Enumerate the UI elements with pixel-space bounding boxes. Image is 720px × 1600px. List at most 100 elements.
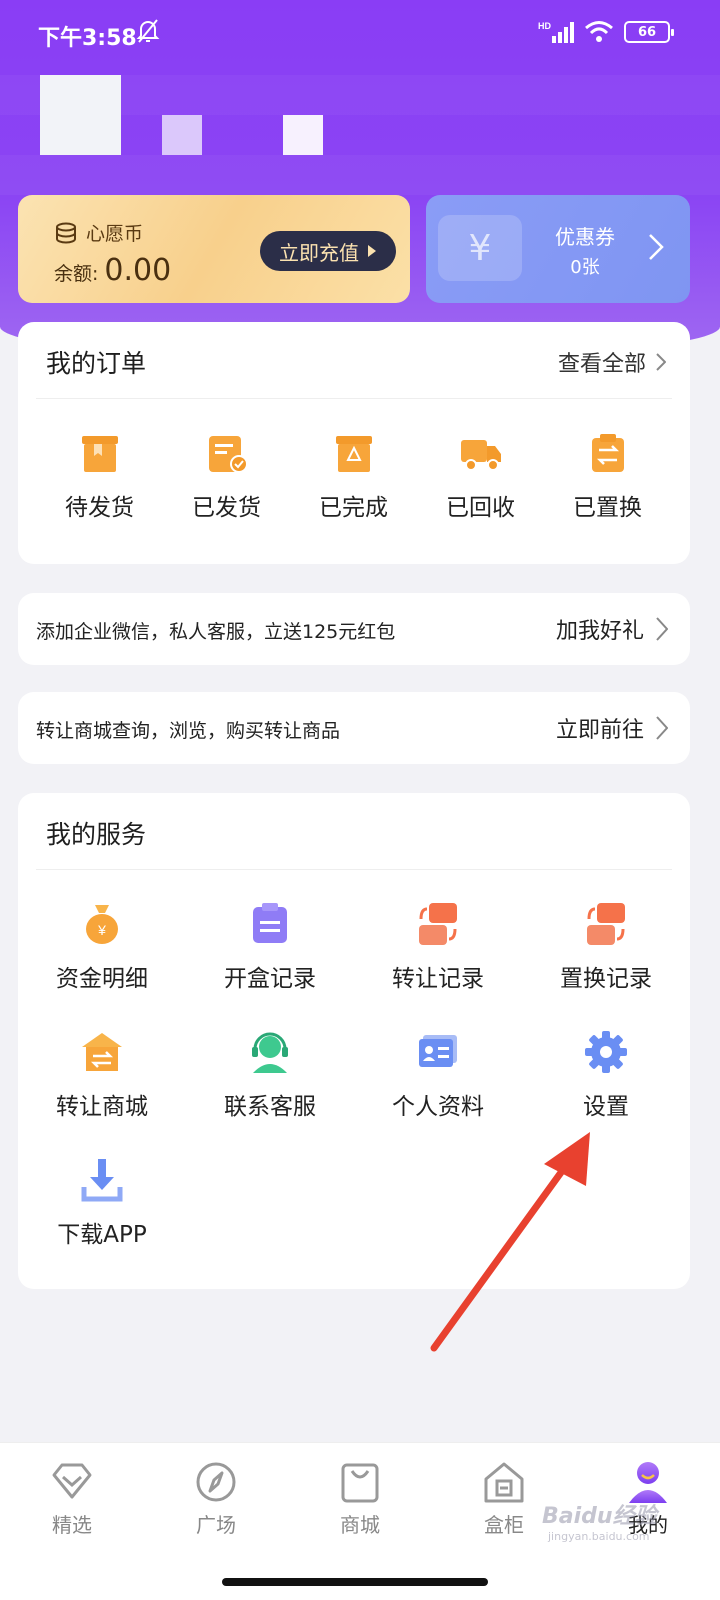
service-label: 转让记录	[392, 966, 484, 992]
services-row: 下载APP	[18, 1157, 690, 1285]
play-triangle-icon	[368, 245, 376, 257]
download-icon	[81, 1159, 123, 1202]
id-card-icon	[419, 1035, 457, 1067]
cabinet-icon	[484, 1462, 524, 1502]
chevron-right-icon	[656, 353, 666, 371]
chevron-right-icon	[656, 716, 668, 740]
tab-plaza[interactable]: 广场	[144, 1443, 288, 1553]
battery-indicator: 66	[624, 21, 674, 43]
view-all-label: 查看全部	[557, 352, 646, 377]
diamond-icon	[52, 1463, 92, 1498]
tab-label: 广场	[196, 1512, 236, 1537]
status-time: 下午3:58	[38, 26, 137, 51]
home-indicator[interactable]	[222, 1578, 488, 1586]
signal-hd-label: HD	[538, 21, 551, 31]
order-status-label: 已置换	[573, 495, 642, 521]
transfer-banner-text: 转让商城查询，浏览，购买转让商品	[36, 720, 341, 742]
service-profile-info[interactable]: 个人资料	[354, 1029, 522, 1157]
services-card: 我的服务 ¥ 资金明细 开盒记录 转让记录 置换记录 转让商城 联系客服 个人资…	[18, 793, 690, 1289]
order-status-label: 待发货	[65, 495, 134, 521]
coupon-title: 优惠券	[555, 225, 615, 249]
wish-coin-card[interactable]: 心愿币 余额: 0.00 立即充值	[18, 195, 410, 303]
wecom-banner[interactable]: 添加企业微信，私人客服，立送125元红包 加我好礼	[18, 593, 690, 665]
order-status-shipped[interactable]: 已发货	[163, 432, 290, 522]
tab-featured[interactable]: 精选	[0, 1443, 144, 1553]
status-indicators: HD 66	[538, 20, 674, 44]
order-status-label: 已回收	[446, 495, 515, 521]
store-icon	[82, 1033, 122, 1071]
transfer-icon	[419, 903, 457, 945]
service-label: 资金明细	[56, 966, 148, 992]
avatar[interactable]	[40, 75, 121, 155]
compass-icon	[196, 1462, 236, 1501]
services-row: ¥ 资金明细 开盒记录 转让记录 置换记录	[18, 901, 690, 1029]
svg-text:¥: ¥	[97, 922, 106, 938]
service-label: 个人资料	[392, 1094, 484, 1120]
balance-value: 0.00	[104, 253, 172, 288]
order-status-exchanged[interactable]: 已置换	[544, 432, 671, 522]
service-transfer-records[interactable]: 转让记录	[354, 901, 522, 1029]
watermark: Baidu经验	[542, 1504, 657, 1529]
chevron-right-icon	[656, 617, 668, 641]
transfer-store-banner[interactable]: 转让商城查询，浏览，购买转让商品 立即前往	[18, 692, 690, 764]
exchange-clipboard-icon	[591, 434, 624, 472]
watermark-url: jingyan.baidu.com	[548, 1530, 650, 1543]
service-label: 开盒记录	[224, 966, 316, 992]
service-fund-details[interactable]: ¥ 资金明细	[18, 901, 186, 1029]
tab-store[interactable]: 商城	[288, 1443, 432, 1553]
services-row: 转让商城 联系客服 个人资料 设置	[18, 1029, 690, 1157]
divider	[36, 869, 672, 870]
exchange-icon	[587, 903, 625, 945]
mute-bell-icon	[136, 19, 160, 43]
coin-stack-icon	[56, 222, 76, 243]
order-status-grid: 待发货 已发货 已完成 已回收 已置换	[18, 432, 690, 522]
orders-card: 我的订单 查看全部 待发货 已发货 已完成 已回收 已置换	[18, 322, 690, 564]
shopping-bag-icon	[341, 1463, 379, 1502]
order-status-recycled[interactable]: 已回收	[417, 432, 544, 522]
wish-coin-label: 心愿币	[86, 223, 144, 245]
service-label: 设置	[583, 1094, 629, 1120]
tab-label: 商城	[340, 1512, 380, 1537]
wish-coin-title: 心愿币	[54, 219, 143, 246]
tab-label: 精选	[52, 1512, 92, 1537]
coin-balance: 余额: 0.00	[54, 253, 171, 288]
status-bar: 下午3:58 HD 66	[0, 0, 720, 70]
wecom-banner-action[interactable]: 加我好礼	[556, 613, 668, 645]
service-label: 转让商城	[56, 1094, 148, 1120]
services-grid: ¥ 资金明细 开盒记录 转让记录 置换记录 转让商城 联系客服 个人资料 设置 …	[18, 901, 690, 1285]
service-transfer-store[interactable]: 转让商城	[18, 1029, 186, 1157]
service-settings[interactable]: 设置	[522, 1029, 690, 1157]
headset-icon	[252, 1032, 288, 1073]
yen-ticket-icon: ¥	[438, 215, 522, 281]
chevron-right-icon	[649, 234, 664, 260]
view-all-orders-link[interactable]: 查看全部	[558, 346, 666, 378]
service-label: 联系客服	[224, 1094, 316, 1120]
service-label: 下载APP	[57, 1222, 147, 1248]
order-status-label: 已发货	[192, 495, 261, 521]
order-status-pending[interactable]: 待发货	[36, 432, 163, 522]
tab-label: 盒柜	[484, 1512, 524, 1537]
service-open-box-records[interactable]: 开盒记录	[186, 901, 354, 1029]
divider	[36, 398, 672, 399]
money-bag-icon: ¥	[86, 905, 118, 944]
service-contact-support[interactable]: 联系客服	[186, 1029, 354, 1157]
truck-icon	[460, 440, 501, 471]
service-exchange-records[interactable]: 置换记录	[522, 901, 690, 1029]
orders-title: 我的订单	[46, 349, 147, 378]
service-download-app[interactable]: 下载APP	[18, 1157, 186, 1285]
transfer-action-label: 立即前往	[555, 718, 644, 743]
balance-label: 余额:	[54, 263, 99, 285]
recharge-label: 立即充值	[279, 240, 359, 265]
gear-icon	[585, 1031, 627, 1073]
transfer-banner-action[interactable]: 立即前往	[556, 712, 668, 744]
order-status-label: 已完成	[319, 495, 388, 521]
coupon-card[interactable]: ¥ 优惠券 0张	[426, 195, 690, 303]
box-icon	[81, 436, 118, 472]
services-title: 我的服务	[46, 820, 147, 849]
user-id-redacted	[283, 115, 323, 155]
wecom-banner-text: 添加企业微信，私人客服，立送125元红包	[36, 621, 396, 643]
signal-icon: HD	[538, 21, 574, 43]
recharge-button[interactable]: 立即充值	[260, 231, 396, 271]
order-status-completed[interactable]: 已完成	[290, 432, 417, 522]
clipboard-list-icon	[253, 903, 287, 943]
